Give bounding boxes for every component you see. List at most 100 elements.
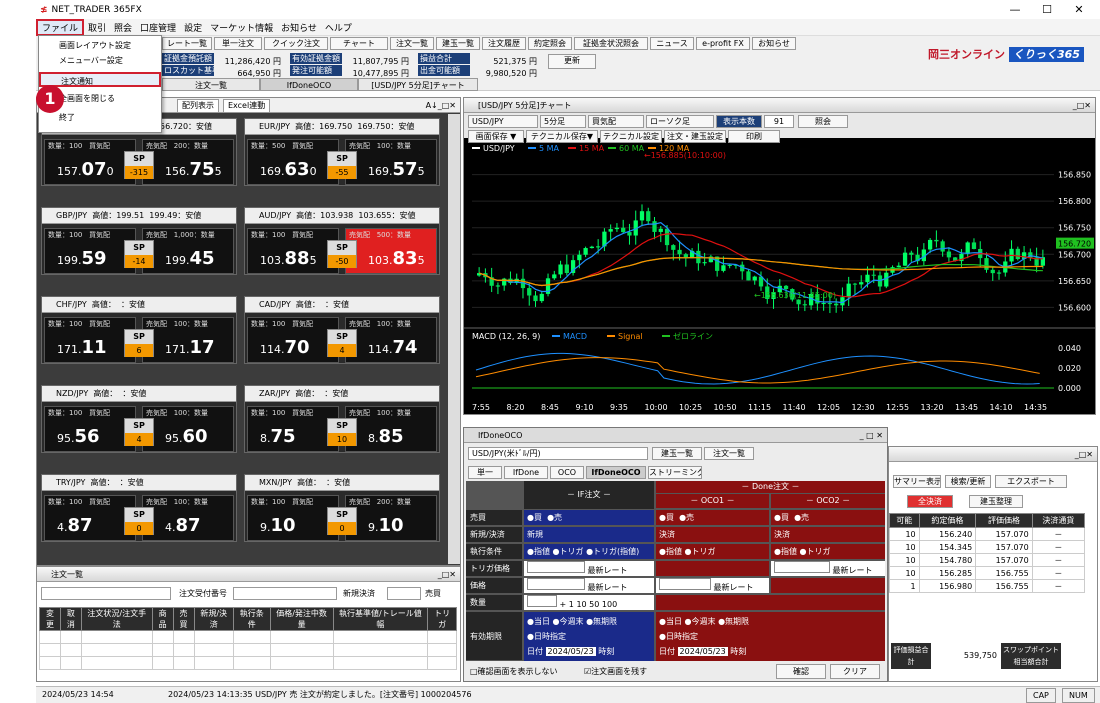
bid-button[interactable]: 数量：100 買気配 95.56 <box>44 406 136 452</box>
oco1-sell[interactable]: ●売 <box>679 513 694 522</box>
table-row[interactable] <box>39 656 457 670</box>
position-col-header[interactable]: 評価価格 <box>975 513 1033 528</box>
rate-panel-controls[interactable]: A↓_□✕ <box>426 98 456 113</box>
if-date-input[interactable]: 2024/05/23 <box>545 647 596 656</box>
toolbar-button-quick-order[interactable]: クイック注文 <box>264 37 328 50</box>
keep-window-checkbox[interactable]: ☑注文画面を残す <box>584 666 647 677</box>
qty-plus-button[interactable]: + <box>560 600 567 609</box>
oco2-limit[interactable]: ●指値 <box>774 547 797 556</box>
oco-if-side[interactable]: ●買 ●売 <box>524 510 654 526</box>
rate-pair[interactable]: GBP/JPY <box>56 211 87 220</box>
qty-1-button[interactable]: 1 <box>569 600 574 609</box>
chart-kind-select[interactable]: ローソク足 <box>646 115 714 128</box>
no-confirm-checkbox[interactable]: □確認画面を表示しない <box>470 666 558 677</box>
toolbar-button-news[interactable]: ニュース <box>650 37 694 50</box>
arrange-display-button[interactable]: 配列表示 <box>177 99 219 113</box>
if-expire-none[interactable]: ●無期限 <box>586 617 617 626</box>
oco1-condition[interactable]: ●指値 ●トリガ <box>656 544 769 560</box>
oco1-side[interactable]: ●買 ●売 <box>656 510 769 526</box>
rate-card-header[interactable]: EUR/JPY 高値：169.750 169.750：安値 <box>245 119 439 135</box>
bid-button[interactable]: 数量：100 買気配 171.11 <box>44 317 136 363</box>
menu-notice[interactable]: お知らせ <box>277 21 321 34</box>
arrange-positions-button[interactable]: 建玉整理 <box>969 495 1023 508</box>
oco-qty[interactable]: + 1 10 50 100 <box>524 595 654 611</box>
ask-button[interactable]: 売気配 100：数量 95.60 <box>142 406 234 452</box>
oco-if-condition[interactable]: ●指値 ●トリガ ●トリガ(指値) <box>524 544 654 560</box>
ask-button[interactable]: 売気配 500：数量 103.835 <box>345 228 437 274</box>
position-col-header[interactable]: 約定価格 <box>918 513 977 528</box>
oco-if-price[interactable]: 最新レート <box>524 578 654 594</box>
menu-account[interactable]: 口座管理 <box>136 21 180 34</box>
export-button[interactable]: エクスポート <box>995 475 1067 488</box>
qty-50-button[interactable]: 50 <box>589 600 599 609</box>
rate-pair[interactable]: MXN/JPY <box>259 478 292 487</box>
menu-settings[interactable]: 設定 <box>180 21 206 34</box>
file-menu-item-order-notice[interactable]: 注文通知 <box>39 72 161 87</box>
order-col-header[interactable]: 執行基準値/トレール値幅 <box>332 607 429 631</box>
toolbar-button-order-list[interactable]: 注文一覧 <box>390 37 434 50</box>
oco1-limit[interactable]: ●指値 <box>659 547 682 556</box>
done-expire-none[interactable]: ●無期限 <box>718 617 749 626</box>
done-expire-today[interactable]: ●当日 <box>659 617 682 626</box>
table-row[interactable] <box>39 643 457 657</box>
ask-button[interactable]: 売気配 100：数量 171.17 <box>142 317 234 363</box>
rate-pair[interactable]: CHF/JPY <box>56 300 87 309</box>
order-col-header[interactable]: 売買 <box>172 607 195 631</box>
oco-position-list-button[interactable]: 建玉一覧 <box>652 447 702 460</box>
if-expire-date-spec[interactable]: ●日時指定 <box>527 629 651 644</box>
oco-tab-oco[interactable]: OCO <box>550 466 584 479</box>
menu-file[interactable]: ファイル <box>36 18 85 36</box>
rate-card-header[interactable]: MXN/JPY 高値： ：安値 <box>245 475 439 491</box>
order-col-header[interactable]: 注文状況/注文手法 <box>80 607 153 631</box>
toolbar-button-position-list[interactable]: 建玉一覧 <box>436 37 480 50</box>
oco-if-trigger-price[interactable]: 最新レート <box>524 561 654 577</box>
clear-button[interactable]: クリア <box>830 664 880 679</box>
oco1-price[interactable]: 最新レート <box>656 578 769 594</box>
rate-pair[interactable]: EUR/JPY <box>259 122 290 131</box>
ask-button[interactable]: 売気配 100：数量 4.87 <box>142 495 234 541</box>
toolbar-button-notice[interactable]: お知らせ <box>752 37 796 50</box>
rate-card-header[interactable]: GBP/JPY 高値：199.51 199.49：安値 <box>42 208 236 224</box>
file-menu-item-layout[interactable]: 画面レイアウト設定 <box>39 38 161 53</box>
bid-button[interactable]: 数量：100 買気配 157.070 <box>44 139 136 185</box>
bid-button[interactable]: 数量：100 買気配 4.87 <box>44 495 136 541</box>
rate-card-header[interactable]: ZAR/JPY 高値： ：安値 <box>245 386 439 402</box>
oco-done-expiry[interactable]: ●当日 ●今週末 ●無期限 ●日時指定 日付 2024/05/23 時刻 <box>656 612 885 661</box>
oco-if-trigger[interactable]: ●トリガ <box>553 547 584 556</box>
settle-all-button[interactable]: 全決済 <box>907 495 953 508</box>
ask-button[interactable]: 売気配 100：数量 8.85 <box>345 406 437 452</box>
close-icon[interactable]: ✕ <box>1064 0 1094 19</box>
rate-card-header[interactable]: TRY/JPY 高値： ：安値 <box>42 475 236 491</box>
toolbar-button-single-order[interactable]: 単一注文 <box>214 37 262 50</box>
oco-if-expiry[interactable]: ●当日 ●今週末 ●無期限 ●日時指定 日付 2024/05/23 時刻 <box>524 612 654 661</box>
table-row[interactable]: 10 154.780 157.070 － <box>889 553 1086 567</box>
table-row[interactable]: 10 156.240 157.070 － <box>889 527 1086 541</box>
rate-pair[interactable]: CAD/JPY <box>259 300 291 309</box>
oco-if-price-latest-button[interactable]: 最新レート <box>588 583 628 592</box>
done-expire-week[interactable]: ●今週末 <box>685 617 716 626</box>
chart-count-input[interactable]: 91 <box>764 115 794 128</box>
bid-button[interactable]: 数量：500 買気配 169.630 <box>247 139 339 185</box>
ifdoneoco-window-controls[interactable]: _ □ ✕ <box>860 428 883 443</box>
oco-tab-streaming[interactable]: ストリーミング <box>648 466 702 479</box>
oco2-trigger[interactable]: ●トリガ <box>800 547 831 556</box>
order-kind-select[interactable] <box>387 587 421 600</box>
oco-if-trigger-latest-button[interactable]: 最新レート <box>588 566 628 575</box>
minimize-icon[interactable]: — <box>1000 0 1030 19</box>
chart-window-controls[interactable]: _□✕ <box>1073 98 1091 113</box>
oco1-trigger[interactable]: ●トリガ <box>685 547 716 556</box>
oco2-trigger-price[interactable]: 最新レート <box>771 561 885 577</box>
confirm-button[interactable]: 確認 <box>776 664 826 679</box>
oco-tab-ifdone[interactable]: IfDone <box>504 466 548 479</box>
tab-chart[interactable]: [USD/JPY 5分足]チャート <box>358 78 478 91</box>
menu-help[interactable]: ヘルプ <box>321 21 356 34</box>
tab-ifdoneoco[interactable]: IfDoneOCO <box>260 78 358 91</box>
ask-button[interactable]: 売気配 100：数量 114.74 <box>345 317 437 363</box>
menu-trade[interactable]: 取引 <box>84 21 110 34</box>
oco-if-buy[interactable]: ●買 <box>527 513 542 522</box>
menu-market[interactable]: マーケット情報 <box>206 21 277 34</box>
file-menu-item-exit[interactable]: 終了 <box>39 110 161 125</box>
done-date-input[interactable]: 2024/05/23 <box>677 647 728 656</box>
order-col-header[interactable]: 新規/決済 <box>193 607 234 631</box>
table-row[interactable]: 10 154.345 157.070 － <box>889 540 1086 554</box>
